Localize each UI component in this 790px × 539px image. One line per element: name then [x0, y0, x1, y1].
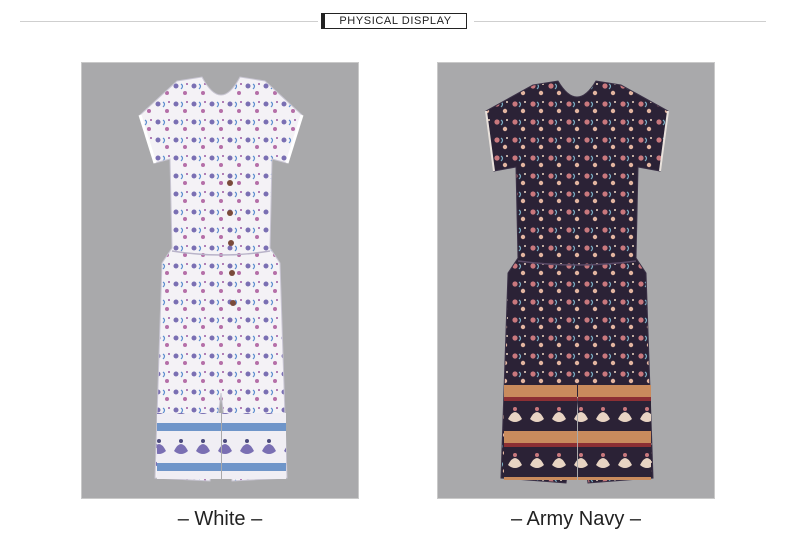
color-caption-army-navy: – Army Navy – — [510, 508, 642, 530]
product-image-army-navy[interactable] — [437, 62, 715, 499]
romper-white-illustration — [138, 76, 304, 482]
section-title: PHYSICAL DISPLAY — [321, 13, 467, 29]
header-rule-left — [20, 21, 318, 22]
product-image-white[interactable] — [81, 62, 359, 499]
color-caption-white: – White – — [177, 508, 263, 530]
header-rule-right — [474, 21, 766, 22]
romper-navy-illustration — [485, 80, 669, 484]
